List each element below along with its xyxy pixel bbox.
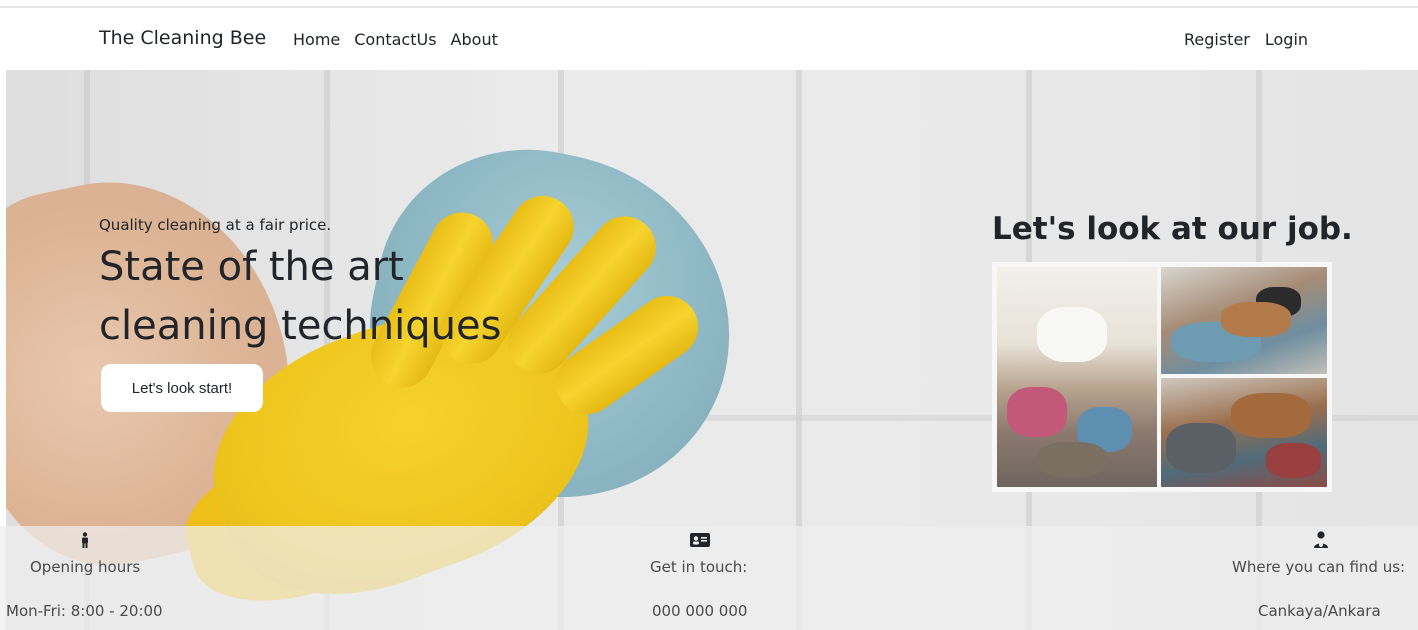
hero-tagline: Quality cleaning at a fair price. [99, 216, 332, 234]
hero-headline: State of the art cleaning techniques [99, 244, 502, 349]
get-in-touch-label: Get in touch: [650, 558, 748, 576]
nav-home-link[interactable]: Home [293, 30, 340, 49]
opening-hours-label: Opening hours [30, 558, 141, 576]
gallery-photo-bedroom [1161, 267, 1327, 374]
nav-register-link[interactable]: Register [1184, 30, 1250, 49]
nav-links: Home ContactUs About [293, 30, 498, 49]
gallery-photo-messy-room [997, 267, 1157, 487]
nav-about-link[interactable]: About [451, 30, 498, 49]
info-bar: Opening hours Mon-Fri: 8:00 - 20:00 Get … [0, 526, 1418, 630]
contact-card-icon [690, 533, 710, 551]
where-find-us-label: Where you can find us: [1232, 558, 1406, 576]
person-standing-icon [80, 532, 90, 552]
opening-hours-value: Mon-Fri: 8:00 - 20:00 [6, 602, 163, 620]
location-value: Cankaya/Ankara [1258, 602, 1381, 620]
nav-auth-links: Register Login [1184, 30, 1308, 49]
gallery-photo-living-room [1161, 378, 1327, 487]
gallery-title: Let's look at our job. [992, 211, 1353, 247]
lets-look-start-button[interactable]: Let's look start! [101, 364, 263, 412]
phone-number-value: 000 000 000 [652, 602, 748, 620]
brand-logo[interactable]: The Cleaning Bee [99, 27, 266, 49]
nav-contactus-link[interactable]: ContactUs [354, 30, 436, 49]
nav-login-link[interactable]: Login [1265, 30, 1308, 49]
person-location-icon [1313, 531, 1329, 553]
navbar: The Cleaning Bee Home ContactUs About Re… [0, 8, 1418, 70]
job-gallery [992, 262, 1332, 492]
